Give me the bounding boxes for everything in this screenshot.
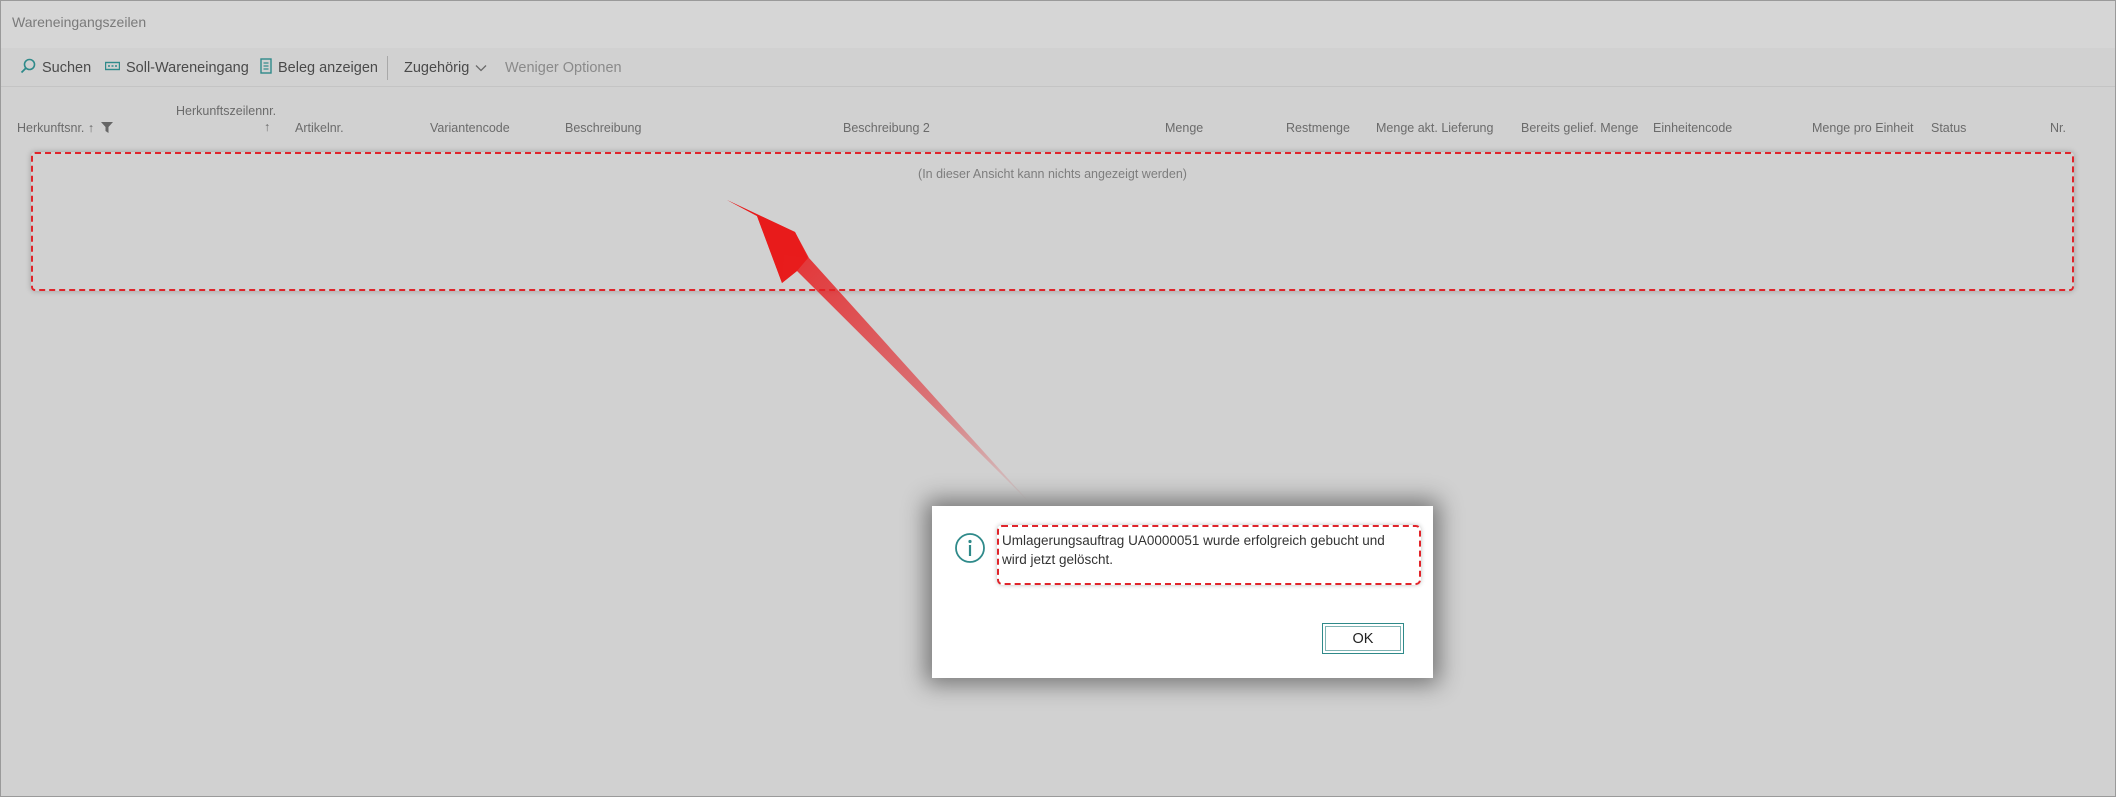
message-highlight: Umlagerungsauftrag UA0000051 wurde erfol…: [997, 525, 1421, 585]
ok-button[interactable]: OK: [1322, 623, 1404, 654]
ok-label: OK: [1352, 630, 1374, 647]
dialog-message: Umlagerungsauftrag UA0000051 wurde erfol…: [1002, 533, 1385, 567]
info-icon: [954, 532, 986, 569]
message-dialog: Umlagerungsauftrag UA0000051 wurde erfol…: [932, 506, 1433, 678]
